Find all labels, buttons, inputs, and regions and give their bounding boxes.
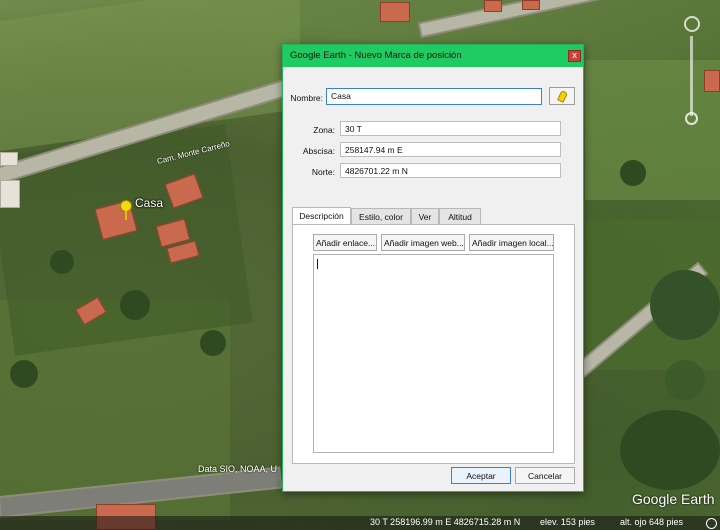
dialog-title: Google Earth - Nuevo Marca de posición — [290, 50, 462, 61]
zone-field[interactable]: 30 T — [340, 121, 561, 136]
tab-description[interactable]: Descripción — [292, 207, 351, 225]
eye-altitude-readout: alt. ojo 648 pies — [620, 517, 684, 527]
zoom-slider-track[interactable] — [690, 36, 693, 116]
look-joystick-icon[interactable] — [684, 16, 700, 32]
tree — [620, 160, 646, 186]
northing-field[interactable]: 4826701.22 m N — [340, 163, 561, 178]
house — [704, 70, 720, 92]
pushpin-stem — [125, 211, 127, 220]
easting-field[interactable]: 258147.94 m E — [340, 142, 561, 157]
new-placemark-dialog: Google Earth - Nuevo Marca de posición x… — [282, 44, 584, 492]
google-earth-logo: Google Earth — [632, 491, 715, 507]
zoom-slider-knob-icon[interactable] — [685, 112, 698, 125]
description-textarea[interactable] — [313, 254, 554, 453]
tree — [620, 410, 720, 490]
add-local-image-button[interactable]: Añadir imagen local... — [469, 234, 554, 251]
name-label: Nombre: — [290, 93, 323, 103]
name-input[interactable]: Casa — [326, 88, 542, 105]
add-link-button[interactable]: Añadir enlace... — [313, 234, 377, 251]
tree — [200, 330, 226, 356]
tab-altitude[interactable]: Altitud — [439, 208, 481, 225]
road — [420, 0, 677, 36]
navigation-control[interactable] — [684, 16, 700, 126]
house — [0, 180, 20, 208]
yellow-pushpin-icon — [557, 90, 568, 103]
northing-label: Norte: — [311, 167, 335, 177]
cursor-coordinates: 30 T 258196.99 m E 4826715.28 m N — [370, 517, 521, 527]
globe-icon[interactable] — [706, 518, 717, 529]
easting-label: Abscisa: — [302, 146, 335, 156]
ok-button[interactable]: Aceptar — [451, 467, 511, 484]
add-web-image-button[interactable]: Añadir imagen web... — [381, 234, 465, 251]
tree — [10, 360, 38, 388]
tree — [665, 360, 705, 400]
tree — [50, 250, 74, 274]
elevation-readout: elev. 153 pies — [540, 517, 595, 527]
house — [484, 0, 502, 12]
tab-view[interactable]: Ver — [411, 208, 439, 225]
zone-label: Zona: — [313, 125, 335, 135]
status-bar: 30 T 258196.99 m E 4826715.28 m N elev. … — [0, 516, 720, 530]
placemark-label[interactable]: Casa — [135, 196, 163, 210]
house — [380, 2, 410, 22]
imagery-credit: Data SIO, NOAA, U — [198, 464, 278, 474]
tree — [120, 290, 150, 320]
house — [0, 152, 18, 166]
text-caret — [317, 259, 318, 269]
house — [522, 0, 540, 10]
placemark-icon-button[interactable] — [549, 87, 575, 105]
tab-style-color[interactable]: Estilo, color — [351, 208, 411, 225]
cancel-button[interactable]: Cancelar — [515, 467, 575, 484]
dialog-titlebar[interactable]: Google Earth - Nuevo Marca de posición x — [283, 45, 583, 67]
tree — [650, 270, 720, 340]
close-icon[interactable]: x — [568, 50, 581, 62]
